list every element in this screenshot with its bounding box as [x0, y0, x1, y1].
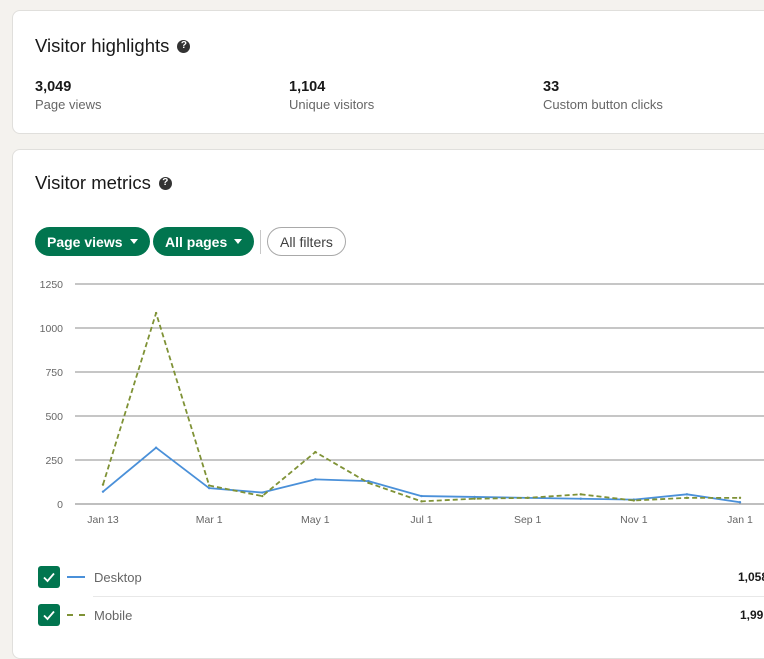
- data-point: [154, 446, 158, 449]
- data-point: [314, 450, 317, 454]
- data-point: [738, 501, 742, 504]
- stat-value: 1,104: [289, 79, 326, 95]
- stat-label: Unique visitors: [289, 97, 375, 112]
- visitor-highlights-card: Visitor highlights ? 3,049 Page views 1,…: [12, 10, 764, 134]
- x-tick-label: May 1: [301, 514, 330, 526]
- stat-page-views: 3,049 Page views: [35, 79, 101, 112]
- data-point: [207, 484, 211, 487]
- data-point: [579, 493, 582, 496]
- data-point: [207, 486, 211, 490]
- y-tick-label: 750: [45, 367, 63, 379]
- data-point: [314, 478, 317, 481]
- series-line-desktop: [102, 446, 741, 504]
- stat-label: Custom button clicks: [543, 97, 663, 112]
- pages-dropdown-button[interactable]: All pages: [153, 227, 255, 256]
- filter-divider: [260, 230, 261, 254]
- all-filters-button[interactable]: All filters: [267, 227, 346, 256]
- data-point: [473, 497, 476, 500]
- data-point: [420, 500, 423, 503]
- legend-item-desktop[interactable]: Desktop: [38, 565, 142, 589]
- help-icon[interactable]: ?: [177, 39, 191, 53]
- visitor-metrics-chart: 0 250 500 750 1000 1250 Jan 13 Mar 1 May 1 Jul 1 S…: [40, 279, 764, 526]
- all-filters-label: All filters: [280, 233, 333, 250]
- y-tick-label: 1000: [40, 323, 64, 335]
- metric-dropdown-label: Page views: [47, 233, 123, 250]
- checkbox-checked-icon[interactable]: [38, 604, 60, 626]
- x-tick-label: Sep 1: [514, 514, 542, 526]
- caret-down-icon: [129, 239, 138, 244]
- x-tick-label: Jul 1: [410, 514, 432, 526]
- legend-dashed-line: [67, 614, 85, 616]
- data-point: [261, 494, 264, 498]
- data-point: [685, 493, 689, 496]
- legend-label-desktop: Desktop: [94, 569, 142, 585]
- stat-label: Page views: [35, 97, 102, 112]
- checkbox-checked-icon[interactable]: [38, 566, 60, 588]
- data-point: [420, 494, 423, 498]
- y-tick-label: 500: [45, 411, 63, 423]
- legend-total-desktop: 1,058: [738, 570, 764, 584]
- visitor-highlights-title-text: Visitor highlights: [35, 35, 170, 56]
- stat-value: 3,049: [35, 79, 72, 95]
- x-tick-label: Mar 1: [196, 514, 223, 526]
- y-tick-label: 250: [45, 455, 63, 467]
- data-point: [101, 490, 105, 493]
- visitor-highlights-title: Visitor highlights ?: [35, 35, 191, 57]
- legend-total-mobile: 1,99: [740, 608, 764, 622]
- legend-label-mobile: Mobile: [94, 607, 133, 623]
- legend-separator: [93, 596, 764, 597]
- visitor-metrics-title-text: Visitor metrics: [35, 172, 151, 193]
- data-point: [579, 497, 582, 500]
- y-tick-label: 0: [57, 499, 63, 511]
- metric-dropdown-button[interactable]: Page views: [35, 227, 150, 256]
- visitor-metrics-title: Visitor metrics ?: [35, 172, 172, 194]
- pages-dropdown-label: All pages: [165, 233, 228, 250]
- data-point: [526, 496, 529, 500]
- data-point: [685, 496, 689, 500]
- data-point: [261, 491, 264, 494]
- x-tick-label: Jan 13: [87, 514, 119, 526]
- legend-solid-line: [67, 576, 85, 578]
- visitor-metrics-card: Visitor metrics ? Page views All pages A…: [12, 149, 764, 659]
- stat-custom-button-clicks: 33 Custom button clicks: [543, 79, 663, 112]
- x-tick-label: Jan 1: [727, 514, 753, 526]
- data-point: [738, 496, 742, 500]
- data-point: [154, 311, 158, 315]
- stat-unique-visitors: 1,104 Unique visitors: [289, 79, 374, 112]
- data-point: [101, 483, 105, 486]
- data-point: [632, 499, 636, 502]
- series-line-mobile: [102, 312, 740, 503]
- data-point: [367, 481, 370, 485]
- stat-value: 33: [543, 79, 560, 95]
- x-tick-label: Nov 1: [620, 514, 648, 526]
- y-tick-label: 1250: [40, 279, 64, 291]
- help-icon[interactable]: ?: [158, 176, 172, 190]
- caret-down-icon: [234, 239, 243, 244]
- legend-item-mobile[interactable]: Mobile: [38, 603, 132, 627]
